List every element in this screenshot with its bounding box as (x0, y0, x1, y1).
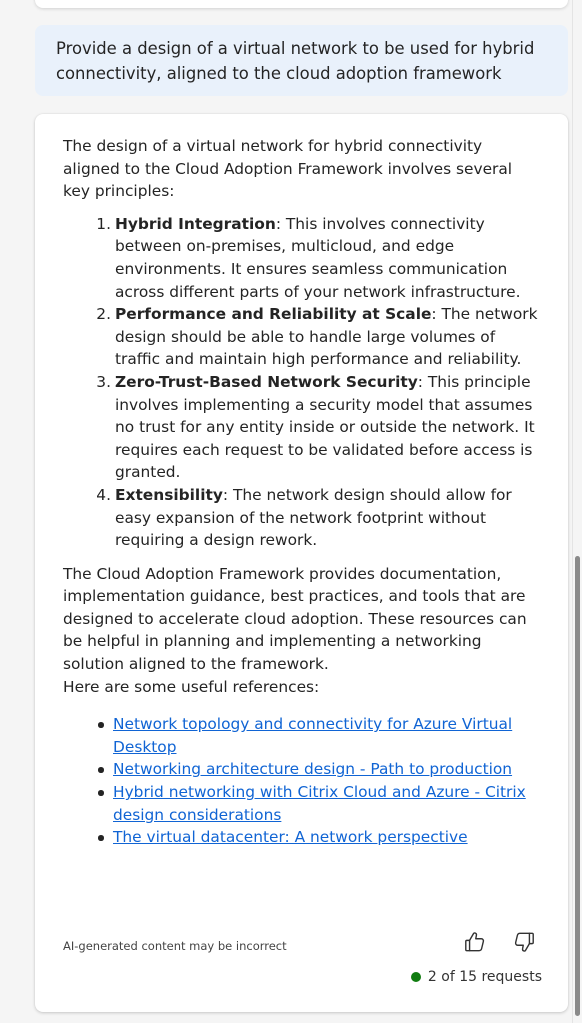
scrollbar-track (572, 0, 573, 1023)
list-item: Zero-Trust-Based Network Security: This … (95, 371, 540, 484)
response-closing: The Cloud Adoption Framework provides do… (63, 564, 527, 674)
principle-title: Hybrid Integration (115, 214, 276, 233)
response-intro: The design of a virtual network for hybr… (63, 137, 513, 201)
assistant-response-card: The design of a virtual network for hybr… (35, 114, 568, 1012)
thumbs-down-button[interactable] (511, 929, 537, 955)
status-dot (410, 972, 421, 982)
list-item: Performance and Reliability at Scale: Th… (95, 303, 540, 371)
principle-title: Zero-Trust-Based Network Security (115, 372, 418, 391)
requests-count: 2 of 15 requests (427, 969, 542, 985)
previous-message-card (35, 0, 568, 8)
ai-disclaimer: AI-generated content may be incorrect (63, 939, 287, 953)
list-item: Hybrid Integration: This involves connec… (95, 213, 540, 303)
reference-link[interactable]: Hybrid networking with Citrix Cloud and … (113, 783, 526, 824)
list-item: The virtual datacenter: A network perspe… (98, 826, 540, 849)
list-item: Networking architecture design - Path to… (98, 758, 540, 781)
thumbs-down-icon (514, 932, 534, 952)
list-item: Extensibility: The network design should… (95, 484, 540, 552)
scrollbar-thumb[interactable] (575, 556, 580, 1016)
principle-title: Performance and Reliability at Scale (115, 305, 432, 324)
list-item: Hybrid networking with Citrix Cloud and … (98, 781, 540, 826)
requests-status: 2 of 15 requests (410, 969, 542, 985)
thumbs-up-button[interactable] (462, 929, 488, 955)
user-message: Provide a design of a virtual network to… (35, 25, 568, 96)
references-heading: Here are some useful references: (63, 677, 320, 696)
thumbs-up-icon (465, 932, 485, 952)
reference-link[interactable]: Networking architecture design - Path to… (113, 760, 512, 778)
references-list: Network topology and connectivity for Az… (63, 713, 540, 849)
user-message-text: Provide a design of a virtual network to… (56, 39, 535, 83)
principle-title: Extensibility (115, 485, 223, 504)
list-item: Network topology and connectivity for Az… (98, 713, 540, 758)
chat-panel: Provide a design of a virtual network to… (0, 0, 582, 1023)
principles-list: Hybrid Integration: This involves connec… (63, 213, 540, 552)
reference-link[interactable]: The virtual datacenter: A network perspe… (113, 828, 468, 846)
reference-link[interactable]: Network topology and connectivity for Az… (113, 715, 512, 756)
